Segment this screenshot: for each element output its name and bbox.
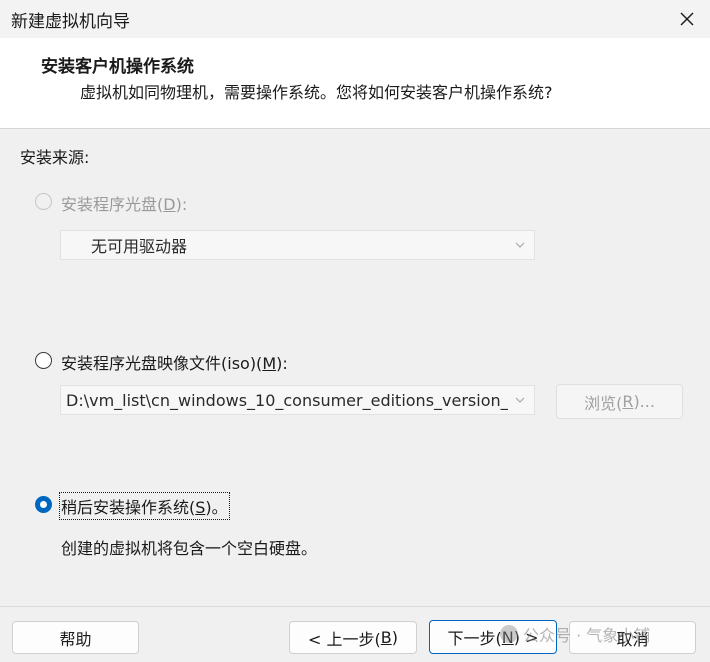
radio-installer-disc[interactable]: [35, 193, 52, 210]
next-button[interactable]: 下一步(N) >: [429, 620, 557, 654]
page-subtitle: 虚拟机如同物理机，需要操作系统。您将如何安装客户机操作系统?: [80, 83, 553, 102]
iso-path-value: D:\vm_list\cn_windows_10_consumer_editio…: [66, 390, 508, 410]
back-button[interactable]: < 上一步(B): [289, 621, 417, 654]
page-title: 安装客户机操作系统: [41, 57, 194, 77]
close-button[interactable]: [664, 0, 710, 38]
help-button[interactable]: 帮助: [12, 621, 139, 654]
disc-drive-value: 无可用驱动器: [91, 237, 188, 256]
radio-iso-image[interactable]: [35, 352, 52, 369]
window-title: 新建虚拟机向导: [11, 12, 130, 32]
chevron-down-icon: [515, 242, 525, 248]
cancel-button[interactable]: 取消: [569, 621, 696, 654]
option-install-later-label[interactable]: 稍后安装操作系统(S)。: [59, 492, 230, 520]
wizard-header: 安装客户机操作系统 虚拟机如同物理机，需要操作系统。您将如何安装客户机操作系统?: [0, 38, 710, 129]
close-icon: [680, 12, 694, 26]
option-iso-image-label[interactable]: 安装程序光盘映像文件(iso)(M):: [61, 350, 288, 374]
chevron-down-icon: [515, 397, 525, 403]
browse-button[interactable]: 浏览(R)...: [556, 384, 683, 419]
option-installer-disc-label[interactable]: 安装程序光盘(D):: [61, 191, 187, 215]
install-source-label: 安装来源:: [20, 148, 90, 167]
install-later-description: 创建的虚拟机将包含一个空白硬盘。: [61, 539, 318, 558]
title-bar: 新建虚拟机向导: [0, 0, 710, 38]
footer-divider: [0, 606, 710, 607]
iso-path-combobox[interactable]: D:\vm_list\cn_windows_10_consumer_editio…: [60, 385, 535, 415]
disc-drive-dropdown[interactable]: 无可用驱动器: [60, 230, 535, 260]
radio-install-later[interactable]: [35, 496, 52, 513]
